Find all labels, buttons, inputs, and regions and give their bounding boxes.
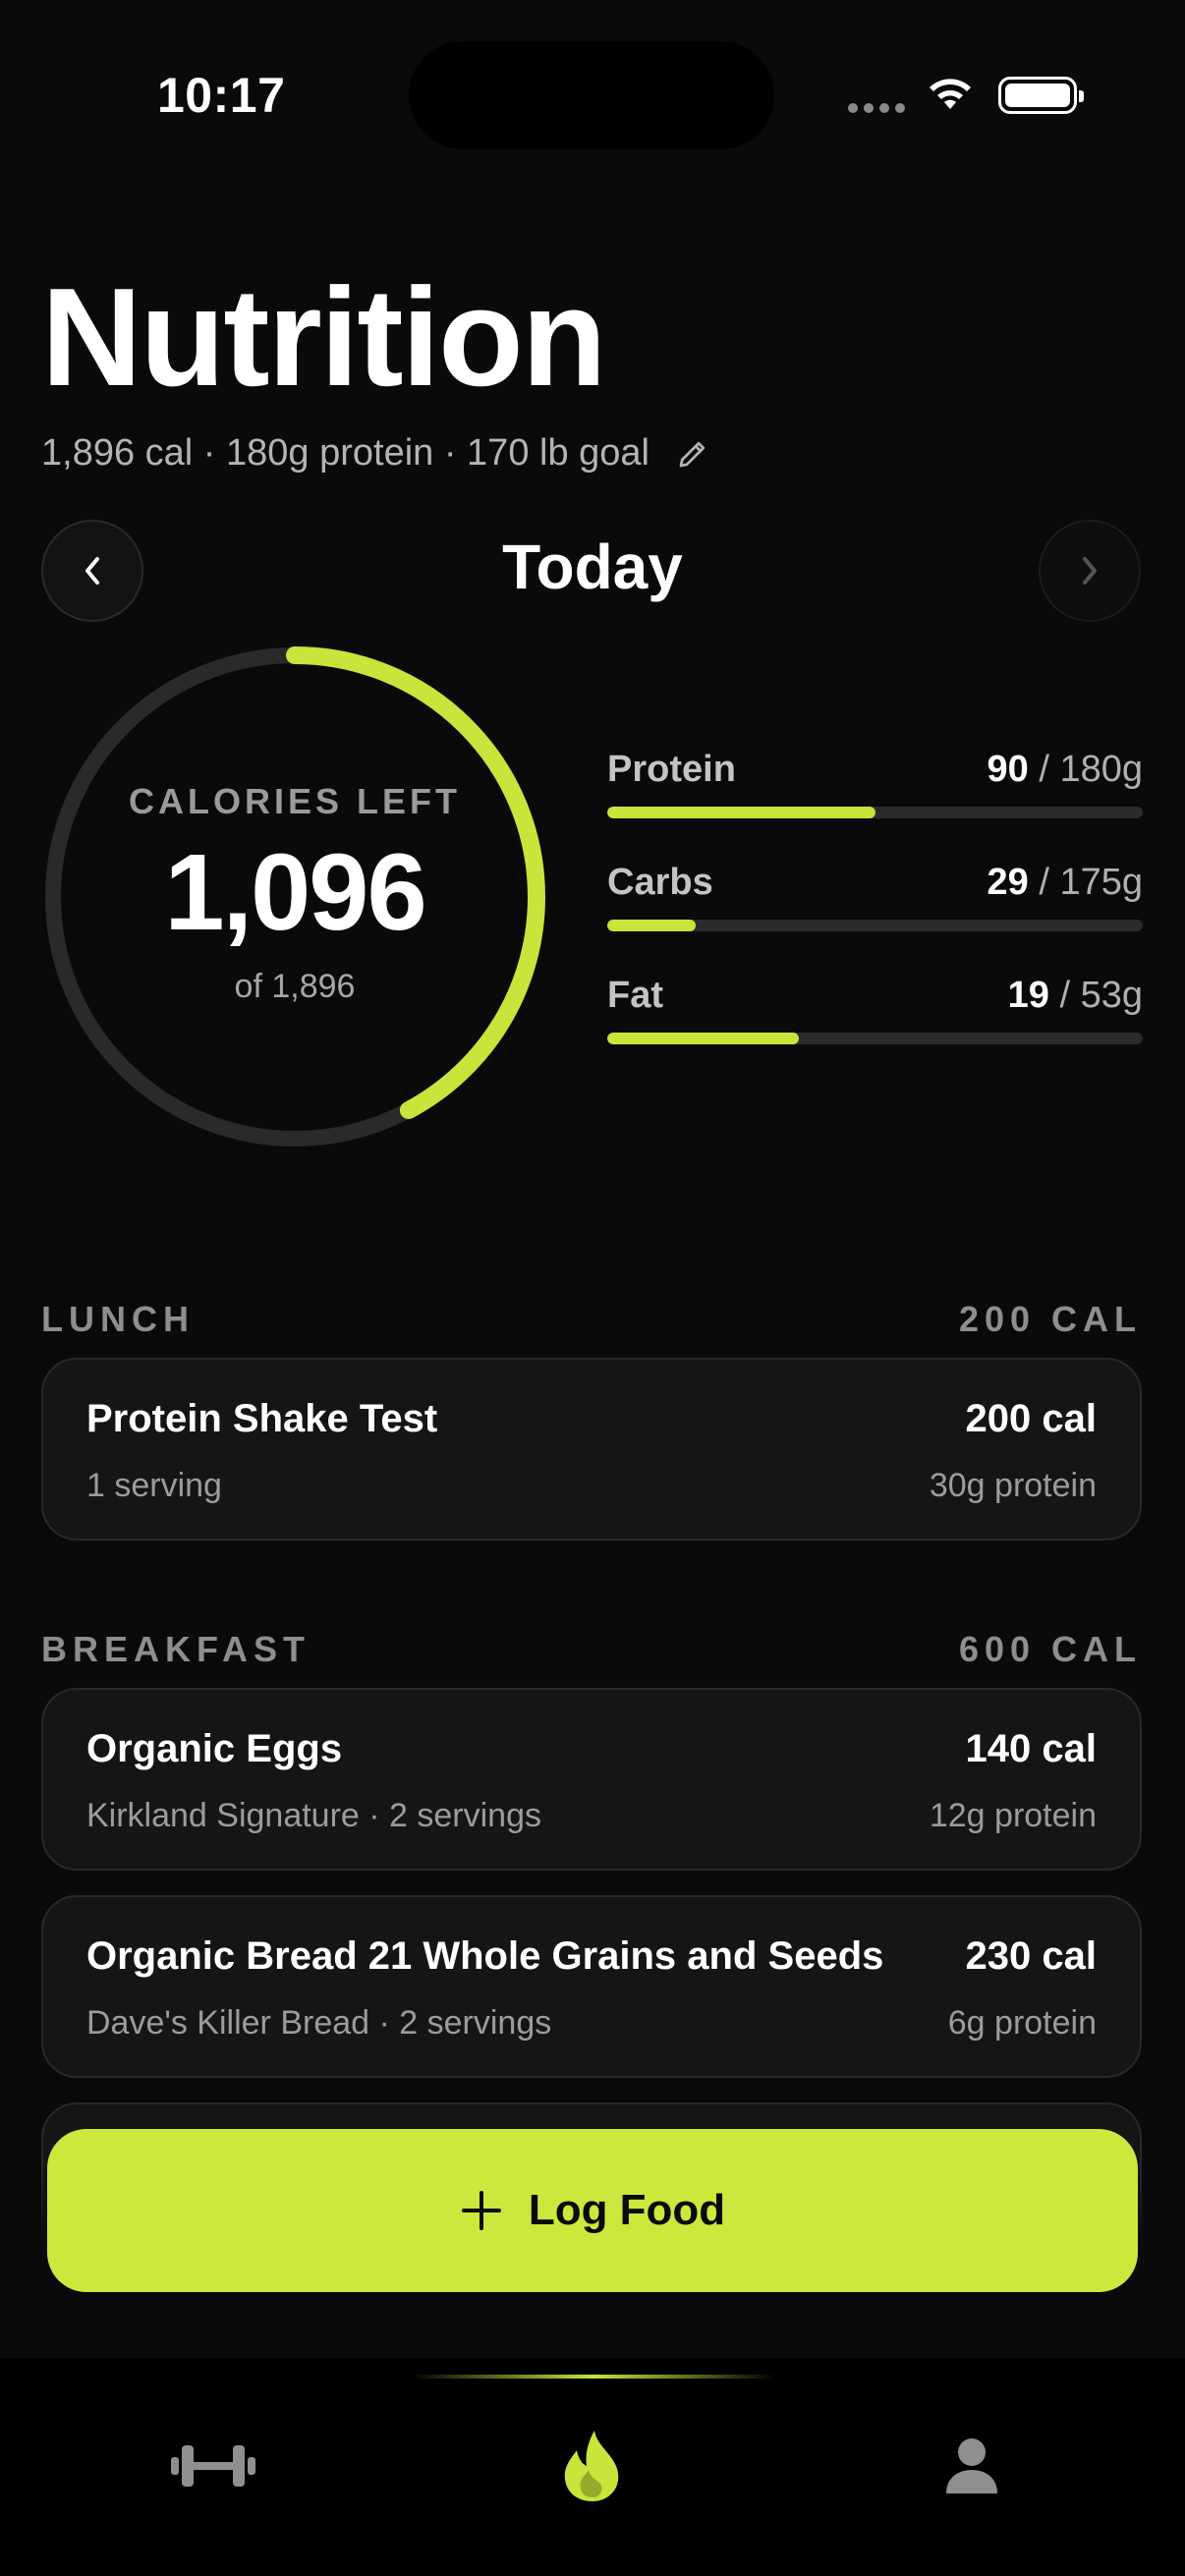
- chevron-right-icon: [1083, 557, 1097, 585]
- calorie-summary: CALORIES LEFT 1,096 of 1,896: [41, 781, 548, 1006]
- log-food-label: Log Food: [528, 2186, 726, 2234]
- macro-carbs: Carbs 29 / 175g: [607, 862, 1143, 931]
- food-name: Protein Shake Test: [86, 1397, 438, 1440]
- page-title: Nutrition: [41, 259, 607, 416]
- food-calories: 140 cal: [965, 1727, 1097, 1770]
- food-entry-card[interactable]: Organic Eggs 140 cal Kirkland Signature …: [41, 1688, 1142, 1871]
- macro-value: 19 / 53g: [1007, 975, 1143, 1016]
- dynamic-island: [409, 41, 774, 149]
- wifi-icon: [930, 79, 971, 109]
- current-day-label: Today: [502, 532, 683, 602]
- section-header-breakfast: BREAKFAST 600 CAL: [41, 1629, 1142, 1670]
- macro-progress-bar: [607, 1033, 1143, 1044]
- macro-name: Protein: [607, 749, 736, 790]
- macro-progress-fill: [607, 1033, 800, 1044]
- section-total: 600 CAL: [958, 1629, 1142, 1669]
- food-name: Organic Bread 21 Whole Grains and Seeds: [86, 1934, 884, 1978]
- macro-fat: Fat 19 / 53g: [607, 975, 1143, 1044]
- food-detail: 1 serving: [86, 1467, 222, 1504]
- goal-summary-text: 1,896 cal · 180g protein · 170 lb goal: [41, 432, 649, 474]
- flame-icon: [564, 2431, 619, 2501]
- tab-nutrition[interactable]: [534, 2407, 651, 2525]
- plus-icon: [461, 2191, 501, 2230]
- calories-left-label: CALORIES LEFT: [129, 781, 461, 821]
- macro-name: Fat: [607, 975, 663, 1016]
- macro-protein: Protein 90 / 180g: [607, 749, 1143, 818]
- macro-progress-fill: [607, 920, 697, 931]
- dumbbell-icon: [171, 2445, 255, 2487]
- status-time: 10:17: [157, 68, 286, 123]
- battery-icon: [998, 77, 1084, 114]
- macro-value: 29 / 175g: [987, 862, 1144, 903]
- next-day-button[interactable]: [1039, 520, 1141, 622]
- food-calories: 200 cal: [965, 1397, 1097, 1440]
- macro-progress-bar: [607, 807, 1143, 818]
- food-name: Organic Eggs: [86, 1727, 343, 1770]
- section-title: BREAKFAST: [41, 1629, 311, 1669]
- food-calories: 230 cal: [965, 1934, 1097, 1978]
- macro-progress-bar: [607, 920, 1143, 931]
- pencil-icon[interactable]: [675, 436, 710, 472]
- food-protein: 6g protein: [947, 2004, 1097, 2042]
- active-tab-indicator: [411, 2375, 776, 2379]
- section-total: 200 CAL: [958, 1299, 1142, 1339]
- goal-summary[interactable]: 1,896 cal · 180g protein · 170 lb goal: [41, 432, 710, 475]
- calories-goal: of 1,896: [234, 968, 356, 1005]
- tab-workouts[interactable]: [154, 2407, 272, 2525]
- person-icon: [946, 2438, 997, 2493]
- food-protein: 12g protein: [929, 1797, 1097, 1834]
- macro-name: Carbs: [607, 862, 713, 903]
- macro-progress-fill: [607, 807, 875, 818]
- tab-profile[interactable]: [913, 2407, 1031, 2525]
- macro-value: 90 / 180g: [987, 749, 1144, 790]
- food-detail: Kirkland Signature · 2 servings: [86, 1797, 542, 1834]
- section-header-lunch: LUNCH 200 CAL: [41, 1299, 1142, 1340]
- food-entry-card[interactable]: Protein Shake Test 200 cal 1 serving 30g…: [41, 1358, 1142, 1540]
- calories-remaining: 1,096: [164, 832, 426, 953]
- cellular-signal-icon: [848, 103, 905, 113]
- food-protein: 30g protein: [929, 1467, 1097, 1504]
- food-detail: Dave's Killer Bread · 2 servings: [86, 2004, 552, 2042]
- section-title: LUNCH: [41, 1299, 195, 1339]
- log-food-button[interactable]: Log Food: [47, 2129, 1138, 2292]
- food-entry-card[interactable]: Organic Bread 21 Whole Grains and Seeds …: [41, 1895, 1142, 2078]
